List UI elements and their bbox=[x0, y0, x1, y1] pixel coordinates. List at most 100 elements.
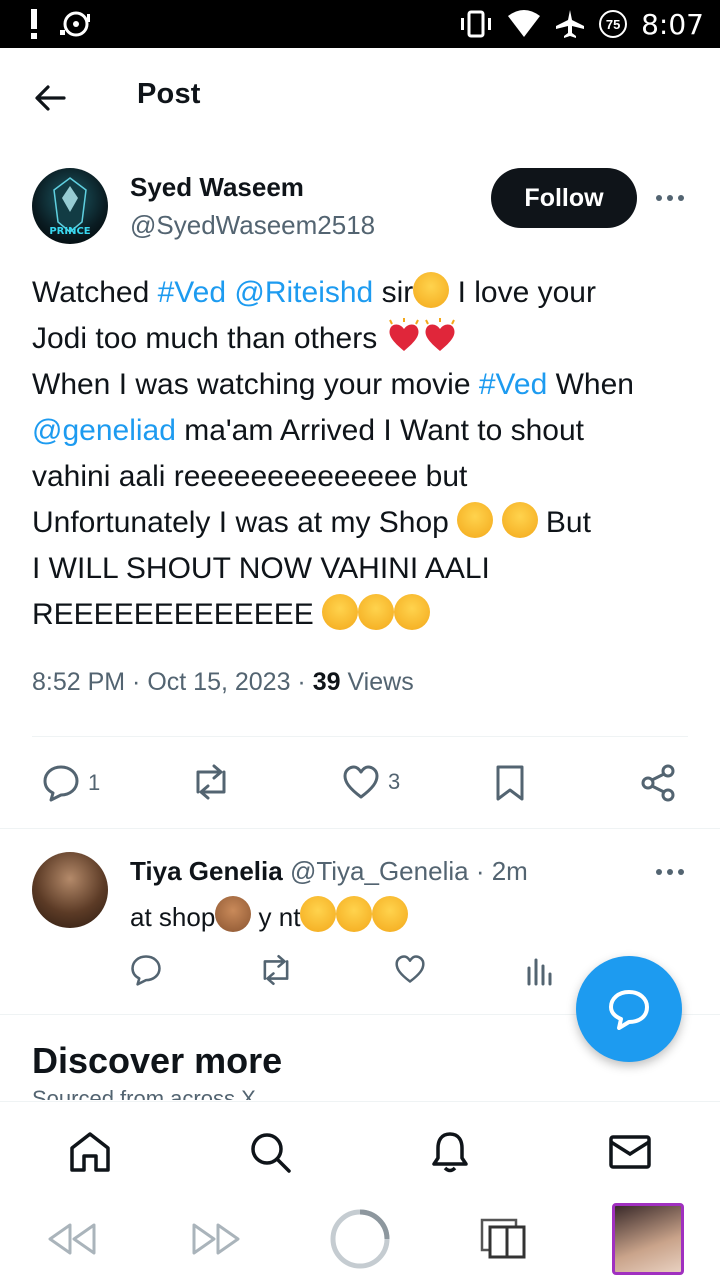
status-bar: 75 8:07 bbox=[0, 0, 720, 48]
author-name[interactable]: Syed Waseem bbox=[130, 172, 304, 203]
compose-reply-icon bbox=[609, 990, 649, 1030]
repost-icon bbox=[196, 764, 226, 800]
divider bbox=[0, 828, 720, 829]
hashtag-link[interactable]: #Ved bbox=[158, 276, 226, 309]
reply-text-segment: y nt bbox=[251, 902, 301, 932]
share-action[interactable] bbox=[640, 764, 676, 802]
fast-forward-button[interactable] bbox=[188, 1211, 244, 1267]
tweet-text-segment: Watched bbox=[32, 276, 158, 309]
bottom-nav bbox=[0, 1101, 720, 1199]
tweet-line: Unfortunately I was at my Shop But bbox=[32, 500, 702, 546]
tweet-body: Watched #Ved @Riteishd sir I love your J… bbox=[32, 270, 702, 638]
section-title: Discover more bbox=[32, 1040, 283, 1081]
smiling-face-with-hearts-emoji bbox=[413, 272, 450, 308]
bookmark-icon bbox=[496, 765, 524, 801]
back-button[interactable] bbox=[28, 76, 72, 120]
hashtag-link[interactable]: #Ved bbox=[479, 368, 547, 401]
mention-link[interactable]: @Riteishd bbox=[234, 276, 373, 309]
smiling-face-emoji bbox=[336, 896, 373, 932]
tweet-line: I WILL SHOUT NOW VAHINI AALI bbox=[32, 552, 490, 585]
heart-icon bbox=[343, 765, 379, 799]
reply-more-button[interactable] bbox=[652, 860, 688, 884]
avatar-brand-text: PRINCE bbox=[49, 226, 90, 237]
comment-icon bbox=[43, 765, 79, 802]
tweet-text-segment: Unfortunately I was at my Shop bbox=[32, 506, 458, 539]
reply-text: at shop y nt bbox=[130, 896, 409, 933]
divider bbox=[32, 736, 688, 737]
reply-time: 2m bbox=[491, 856, 528, 886]
heart-icon[interactable] bbox=[394, 954, 426, 984]
more-options-button[interactable] bbox=[652, 186, 688, 210]
system-nav-bar bbox=[0, 1199, 720, 1280]
compose-reply-button[interactable] bbox=[576, 956, 682, 1062]
tweet-time[interactable]: 8:52 PM bbox=[32, 668, 125, 696]
section-subtitle: Sourced from across X bbox=[32, 1086, 256, 1100]
reply-action[interactable]: 1 bbox=[42, 764, 100, 802]
heart-eyes-emoji bbox=[358, 594, 395, 630]
alert-icon bbox=[31, 9, 37, 39]
tweet-date[interactable]: Oct 15, 2023 bbox=[147, 668, 290, 696]
author-row: PRINCE Syed Waseem @SyedWaseem2518 Follo… bbox=[32, 168, 688, 248]
status-right: 75 8:07 bbox=[459, 8, 704, 41]
home-icon bbox=[70, 1132, 110, 1172]
reply-header: Tiya Genelia @Tiya_Genelia · 2m bbox=[130, 856, 528, 887]
like-count: 3 bbox=[388, 769, 401, 794]
views-label: Views bbox=[340, 668, 414, 696]
more-horizontal-icon bbox=[656, 869, 684, 875]
nav-search[interactable] bbox=[246, 1128, 294, 1176]
avatar[interactable]: PRINCE bbox=[32, 168, 108, 244]
crying-face-emoji bbox=[457, 502, 494, 538]
mention-link[interactable]: @geneliad bbox=[32, 414, 176, 447]
tweet-meta: 8:52 PM · Oct 15, 2023 · 39 Views bbox=[32, 668, 414, 697]
rewind-icon bbox=[48, 1223, 96, 1255]
wifi-icon bbox=[508, 10, 541, 37]
reply-author-handle[interactable]: @Tiya_Genelia bbox=[290, 856, 469, 886]
repost-action[interactable] bbox=[190, 764, 240, 800]
tweet-line: vahini aali reeeeeeeeeeeeee but bbox=[32, 460, 468, 493]
recent-apps-icon bbox=[480, 1218, 526, 1259]
nav-messages[interactable] bbox=[606, 1128, 654, 1176]
home-circle-icon bbox=[330, 1209, 390, 1269]
tweet-line: Watched #Ved @Riteishd sir I love your bbox=[32, 270, 702, 316]
tweet-text-segment: sir bbox=[373, 276, 414, 309]
avatar[interactable] bbox=[32, 852, 108, 928]
airplane-icon bbox=[556, 10, 585, 38]
nav-home[interactable] bbox=[66, 1128, 114, 1176]
tweet-line: Jodi too much than others bbox=[32, 316, 702, 362]
meta-separator: · bbox=[475, 856, 485, 886]
reply-text-segment: at shop bbox=[130, 902, 216, 932]
tweet-line: REEEEEEEEEEEEE bbox=[32, 592, 702, 638]
avatar-logo-icon: PRINCE bbox=[49, 177, 91, 237]
app-thumbnail[interactable] bbox=[612, 1203, 684, 1275]
reply-author-name[interactable]: Tiya Genelia bbox=[130, 856, 283, 886]
see-no-evil-monkey-emoji bbox=[215, 896, 252, 932]
author-handle[interactable]: @SyedWaseem2518 bbox=[130, 210, 375, 241]
crying-face-emoji bbox=[501, 502, 538, 538]
tweet-line: When I was watching your movie #Ved When bbox=[32, 362, 702, 408]
analytics-icon[interactable] bbox=[526, 954, 554, 986]
meta-separator: · bbox=[290, 668, 313, 696]
repost-icon[interactable] bbox=[258, 954, 294, 986]
sparkling-heart-emoji bbox=[424, 318, 455, 351]
vibrate-icon bbox=[461, 10, 492, 38]
smiling-face-emoji bbox=[372, 896, 409, 932]
comment-icon[interactable] bbox=[130, 954, 162, 986]
page-title: Post bbox=[137, 78, 201, 110]
nav-notifications[interactable] bbox=[426, 1128, 474, 1176]
like-action[interactable]: 3 bbox=[342, 764, 400, 800]
home-circle-button[interactable] bbox=[328, 1209, 392, 1269]
status-left bbox=[28, 8, 90, 40]
recent-apps-button[interactable] bbox=[478, 1211, 530, 1267]
reply-count: 1 bbox=[88, 770, 101, 795]
tweet-actions: 1 3 bbox=[32, 756, 688, 812]
follow-button[interactable]: Follow bbox=[491, 168, 637, 228]
meta-separator: · bbox=[125, 668, 148, 696]
tweet-text-segment: Jodi too much than others bbox=[32, 322, 386, 355]
tweet-text-segment: But bbox=[537, 506, 591, 539]
rewind-button[interactable] bbox=[44, 1211, 100, 1267]
arrow-left-icon bbox=[35, 85, 66, 111]
bookmark-action[interactable] bbox=[494, 764, 526, 802]
more-horizontal-icon bbox=[656, 195, 684, 201]
tweet-line: @geneliad ma'am Arrived I Want to shout bbox=[32, 408, 702, 454]
share-icon bbox=[641, 764, 675, 802]
